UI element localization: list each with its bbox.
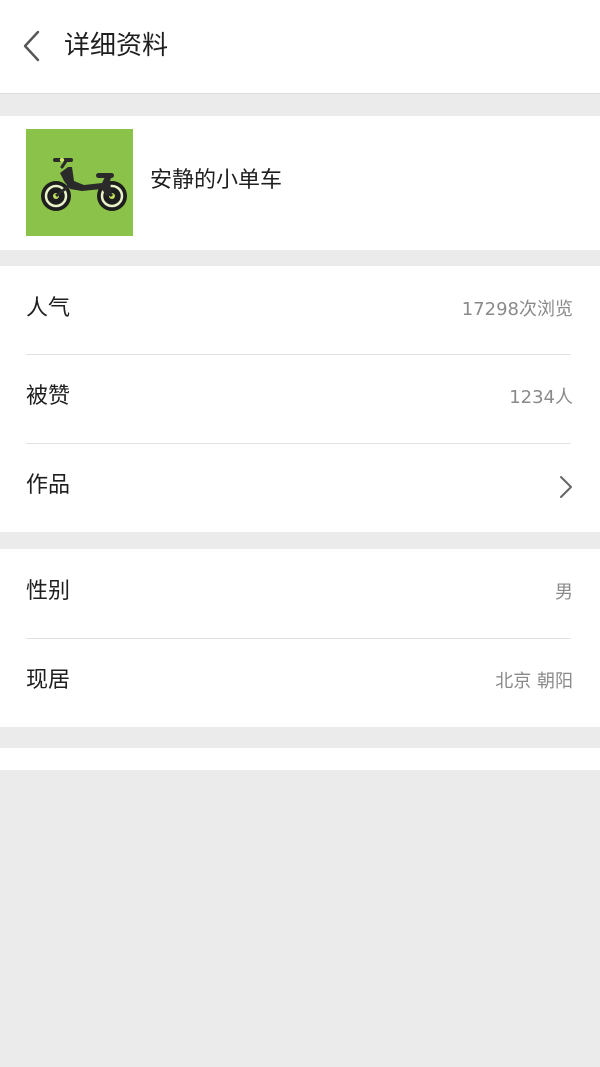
works-label: 作品 bbox=[26, 473, 71, 498]
likes-label: 被赞 bbox=[26, 384, 71, 409]
popularity-label: 人气 bbox=[26, 296, 71, 321]
stats-section: 人气 17298次浏览 被赞 1234人 作品 bbox=[0, 266, 600, 532]
popularity-value: 17298次浏览 bbox=[461, 299, 573, 320]
balance-bike-icon bbox=[41, 157, 127, 211]
empty-section bbox=[0, 748, 600, 770]
gender-label: 性别 bbox=[26, 579, 71, 604]
chevron-right-icon bbox=[560, 476, 572, 498]
works-row[interactable]: 作品 bbox=[0, 443, 600, 531]
likes-value: 1234人 bbox=[509, 387, 573, 408]
info-section: 性别 男 现居 北京 朝阳 bbox=[0, 549, 600, 727]
residence-row: 现居 北京 朝阳 bbox=[0, 638, 600, 726]
gender-row: 性别 男 bbox=[0, 549, 600, 637]
profile-card: 安静的小单车 bbox=[0, 116, 600, 250]
residence-value: 北京 朝阳 bbox=[495, 671, 573, 692]
app-header: 详细资料 bbox=[0, 0, 600, 94]
gender-value: 男 bbox=[555, 582, 573, 603]
popularity-row: 人气 17298次浏览 bbox=[0, 266, 600, 354]
back-button[interactable] bbox=[14, 26, 54, 66]
page-title: 详细资料 bbox=[64, 31, 169, 61]
likes-row: 被赞 1234人 bbox=[0, 354, 600, 442]
residence-label: 现居 bbox=[26, 668, 71, 693]
chevron-left-icon bbox=[23, 30, 40, 62]
avatar[interactable] bbox=[26, 129, 133, 236]
profile-name: 安静的小单车 bbox=[150, 168, 283, 193]
